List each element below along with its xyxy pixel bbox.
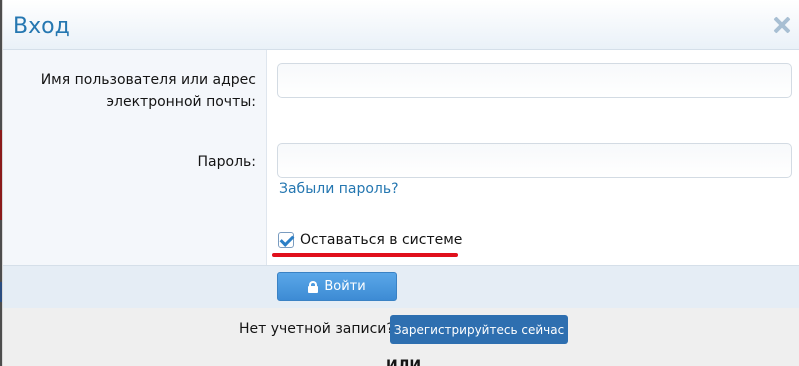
remember-me-checkbox[interactable]: Оставаться в системе [278,232,462,248]
dialog-title: Вход [13,14,70,39]
login-button[interactable]: Войти [277,272,397,301]
login-form: Имя пользователя или адрес электронной п… [3,50,799,265]
submit-row: Войти [3,265,799,308]
username-input[interactable] [277,63,792,98]
close-icon[interactable] [771,14,793,36]
or-separator: ИЛИ [386,358,422,366]
username-label: Имя пользователя или адрес электронной п… [16,69,256,113]
highlight-underline [272,253,458,257]
checkbox-checked-icon[interactable] [278,232,294,248]
forgot-password-link[interactable]: Забыли пароль? [279,181,399,197]
username-label-line: электронной почты: [106,94,256,110]
no-account-text: Нет учетной записи? [239,321,394,337]
label-column: Имя пользователя или адрес электронной п… [3,50,267,265]
register-row: Нет учетной записи? Зарегистрируйтесь се… [3,308,799,366]
register-button[interactable]: Зарегистрируйтесь сейчас [390,315,568,344]
password-input[interactable] [277,143,792,178]
username-label-line: Имя пользователя или адрес [40,72,256,88]
login-dialog: Вход Имя пользователя или адрес электрон… [2,0,799,366]
remember-me-label: Оставаться в системе [300,232,463,248]
lock-icon [308,280,319,293]
dialog-header: Вход [3,0,799,50]
login-button-label: Войти [324,279,366,294]
password-label: Пароль: [197,154,256,170]
